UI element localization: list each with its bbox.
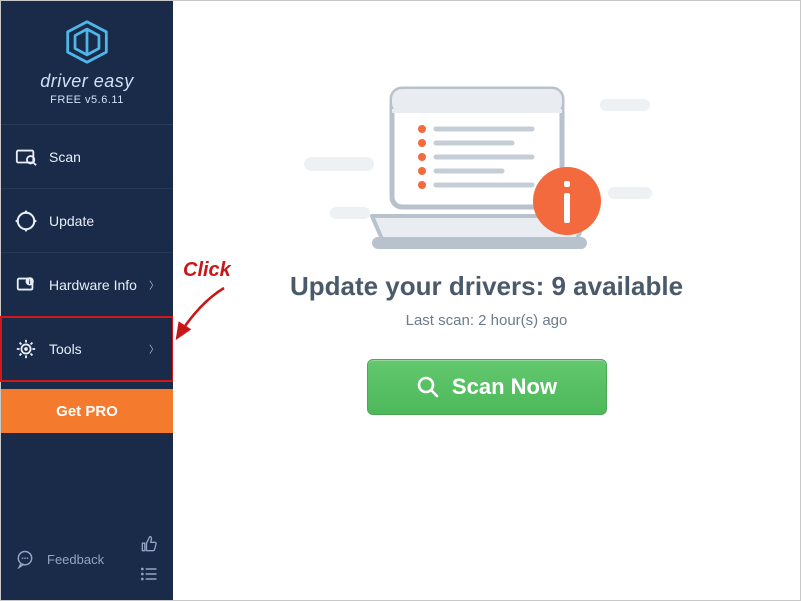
app-window: — × driver easy FREE v5.6.11 Scan: [0, 0, 801, 601]
app-edition: FREE v5.6.11: [50, 94, 124, 106]
get-pro-button[interactable]: Get PRO: [1, 389, 173, 433]
main-content: Update your drivers: 9 available Last sc…: [173, 1, 800, 600]
sidebar-item-label: Scan: [49, 149, 81, 165]
sidebar-item-update[interactable]: Update: [1, 189, 173, 253]
hardware-info-icon: i: [15, 274, 37, 296]
scan-icon: [15, 146, 37, 168]
sidebar-bottom: Feedback: [1, 522, 173, 600]
sidebar-nav: Scan Update i Hardware Info: [1, 125, 173, 381]
feedback-icon[interactable]: [15, 549, 35, 569]
headline: Update your drivers: 9 available: [290, 271, 683, 302]
thumbs-up-icon[interactable]: [139, 534, 159, 554]
tools-icon: [15, 338, 37, 360]
update-icon: [15, 210, 37, 232]
scan-now-label: Scan Now: [452, 374, 557, 400]
list-icon[interactable]: [139, 564, 159, 584]
headline-suffix: available: [566, 271, 683, 301]
annotation-click-label: Click: [183, 259, 231, 282]
sidebar-item-label: Hardware Info: [49, 277, 137, 293]
last-scan-text: Last scan: 2 hour(s) ago: [406, 312, 568, 329]
get-pro-label: Get PRO: [56, 403, 118, 420]
scan-illustration: [352, 81, 622, 251]
sidebar: driver easy FREE v5.6.11 Scan: [1, 1, 173, 600]
sidebar-item-label: Tools: [49, 341, 82, 357]
sidebar-extra-icons: [139, 534, 159, 584]
sidebar-item-hardware-info[interactable]: i Hardware Info 〉: [1, 253, 173, 317]
search-icon: [416, 375, 440, 399]
headline-count: 9: [551, 271, 565, 301]
sidebar-item-label: Update: [49, 213, 94, 229]
sidebar-item-scan[interactable]: Scan: [1, 125, 173, 189]
feedback-label[interactable]: Feedback: [47, 552, 104, 567]
sidebar-item-tools[interactable]: Tools 〉: [1, 317, 173, 381]
chevron-right-icon: 〉: [149, 277, 159, 292]
scan-now-button[interactable]: Scan Now: [367, 359, 607, 415]
app-logo-icon: [64, 19, 110, 65]
headline-prefix: Update your drivers:: [290, 271, 552, 301]
app-name: driver easy: [40, 71, 134, 92]
chevron-right-icon: 〉: [149, 341, 159, 356]
svg-text:i: i: [29, 279, 31, 286]
logo-block: driver easy FREE v5.6.11: [1, 1, 173, 125]
